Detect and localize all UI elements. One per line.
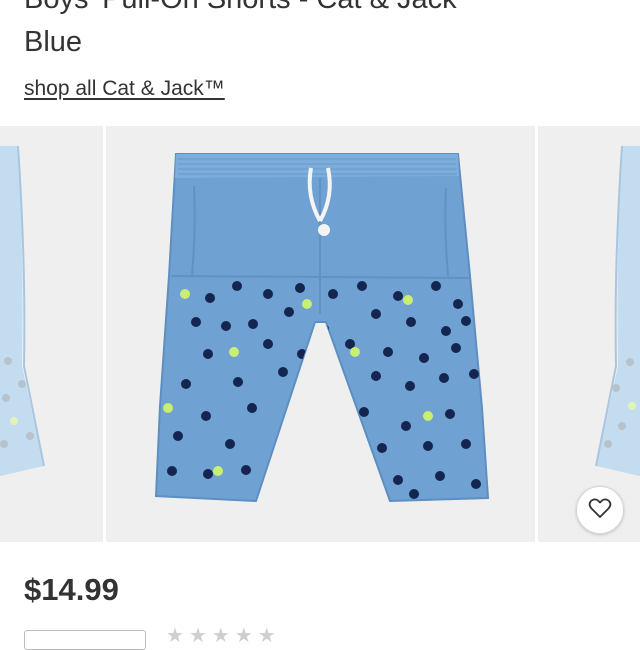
carousel-main-image[interactable]	[106, 126, 535, 542]
heart-icon	[588, 497, 612, 524]
star-icon: ★	[234, 625, 253, 647]
carousel-next-image[interactable]	[538, 126, 640, 542]
shop-all-brand-link[interactable]: shop all Cat & Jack™	[24, 77, 225, 101]
star-icon: ★	[166, 625, 184, 647]
product-title-line2: Blue	[24, 26, 83, 58]
star-icon: ★	[211, 625, 230, 647]
carousel-prev-image[interactable]	[0, 126, 103, 542]
product-title-line1: Boys' Pull-On Shorts - Cat & Jack™	[24, 0, 624, 21]
quantity-select[interactable]	[24, 630, 146, 650]
rating-stars[interactable]: ★ ★ ★ ★ ★	[166, 626, 276, 646]
product-title: Boys' Pull-On Shorts - Cat & Jack™ Blue	[24, 0, 624, 64]
shorts-illustration	[154, 153, 490, 503]
favorite-button[interactable]	[576, 486, 624, 534]
product-price: $14.99	[24, 572, 119, 607]
product-image-carousel[interactable]	[0, 126, 640, 542]
star-icon: ★	[257, 625, 276, 647]
star-icon: ★	[188, 625, 207, 647]
